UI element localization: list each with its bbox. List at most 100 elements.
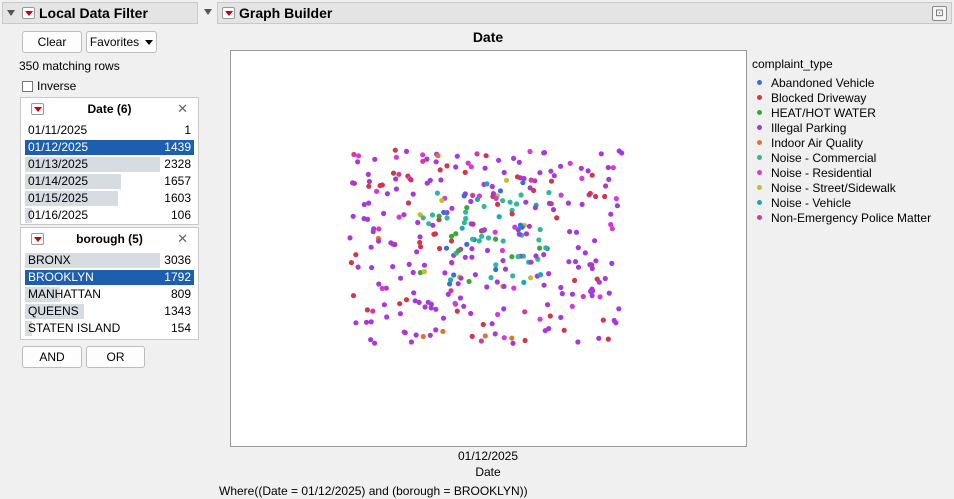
favorites-dropdown[interactable]: Favorites <box>86 31 157 53</box>
legend-item[interactable]: Noise - Commercial <box>757 150 876 165</box>
data-point <box>462 254 468 260</box>
data-point <box>462 169 468 175</box>
data-point <box>578 165 584 171</box>
date-filter-label: 01/12/2025 <box>28 140 89 154</box>
legend-item[interactable]: Abandoned Vehicle <box>757 75 874 90</box>
data-point <box>369 265 375 271</box>
data-point <box>433 327 439 333</box>
data-point <box>350 293 357 299</box>
data-point <box>518 192 524 198</box>
date-filter-label: 01/15/2025 <box>28 191 89 205</box>
data-point <box>417 239 423 246</box>
legend-label: Noise - Vehicle <box>771 195 852 210</box>
data-point <box>509 254 515 260</box>
filter-panel-title: Local Data Filter <box>39 5 148 21</box>
pin-icon[interactable]: ⊡ <box>932 6 947 21</box>
disclosure-triangle-icon[interactable] <box>7 10 15 16</box>
red-triangle-icon <box>24 10 33 16</box>
data-point <box>351 151 357 158</box>
data-point <box>488 275 494 281</box>
date-filter-box: Date (6) ✕ 01/11/2025 1 01/12/2025 1439 01/1… <box>20 97 199 225</box>
graph-menu-button[interactable] <box>222 7 235 19</box>
matching-rows-text: 350 matching rows <box>19 59 120 73</box>
graph-panel-triangle-icon[interactable] <box>204 9 212 15</box>
data-point <box>602 193 608 200</box>
data-point <box>537 170 543 176</box>
data-point <box>512 224 518 230</box>
legend-item[interactable]: Non-Emergency Police Matter <box>757 210 931 225</box>
legend-item[interactable]: Indoor Air Quality <box>757 135 863 150</box>
data-point <box>454 153 460 159</box>
data-point <box>613 196 619 202</box>
date-filter-title: Date (6) <box>87 102 132 116</box>
data-point <box>543 245 549 251</box>
legend-item[interactable]: Illegal Parking <box>757 120 846 135</box>
data-point <box>537 226 543 233</box>
filter-menu-button[interactable] <box>22 7 35 19</box>
legend-item[interactable]: HEAT/HOT WATER <box>757 105 876 120</box>
data-point <box>408 339 414 345</box>
legend-marker-icon <box>757 140 762 145</box>
inverse-checkbox[interactable] <box>22 81 33 92</box>
data-point <box>384 314 390 320</box>
data-point <box>481 227 487 233</box>
date-filter-menu-button[interactable] <box>31 103 44 115</box>
close-icon[interactable]: ✕ <box>177 231 188 247</box>
data-point <box>469 254 475 260</box>
data-point <box>448 288 454 294</box>
date-filter-row[interactable]: 01/15/2025 1603 <box>25 190 194 207</box>
borough-filter-menu-button[interactable] <box>31 233 44 245</box>
data-point <box>402 330 408 336</box>
borough-filter-title: borough (5) <box>76 232 143 246</box>
borough-filter-row[interactable]: BROOKLYN 1792 <box>25 269 194 286</box>
data-point <box>482 333 488 339</box>
data-point <box>517 222 523 228</box>
data-point <box>616 306 622 312</box>
date-filter-row[interactable]: 01/11/2025 1 <box>25 122 194 139</box>
data-point <box>428 305 434 311</box>
legend-item[interactable]: Noise - Vehicle <box>757 195 851 210</box>
data-point <box>454 308 460 314</box>
data-point <box>436 245 443 252</box>
date-filter-row[interactable]: 01/13/2025 2328 <box>25 156 194 173</box>
borough-filter-row[interactable]: MANHATTAN 809 <box>25 286 194 303</box>
data-point <box>403 297 410 303</box>
data-point <box>537 272 544 278</box>
data-point <box>495 311 501 318</box>
close-icon[interactable]: ✕ <box>177 101 188 117</box>
data-point <box>589 172 595 178</box>
legend-label: HEAT/HOT WATER <box>771 105 876 120</box>
data-point <box>381 302 387 308</box>
data-point <box>546 200 552 206</box>
data-point <box>492 331 498 337</box>
data-point <box>469 236 476 242</box>
or-button[interactable]: OR <box>86 346 145 368</box>
date-filter-row[interactable]: 01/16/2025 106 <box>25 207 194 224</box>
legend-item[interactable]: Noise - Street/Sidewalk <box>757 180 896 195</box>
data-point <box>439 197 445 204</box>
data-point <box>537 245 543 251</box>
borough-filter-row[interactable]: STATEN ISLAND 154 <box>25 320 194 337</box>
legend-item[interactable]: Noise - Residential <box>757 165 872 180</box>
data-point <box>451 272 457 278</box>
date-filter-row[interactable]: 01/12/2025 1439 <box>25 139 194 156</box>
date-filter-row[interactable]: 01/14/2025 1657 <box>25 173 194 190</box>
clear-button[interactable]: Clear <box>22 31 82 53</box>
data-point <box>368 337 374 343</box>
and-button-label: AND <box>39 350 65 364</box>
data-point <box>558 163 564 169</box>
data-point <box>393 154 399 160</box>
data-point <box>514 201 520 207</box>
data-point <box>347 235 353 241</box>
and-button[interactable]: AND <box>22 346 82 368</box>
data-point <box>490 191 496 197</box>
inverse-label: Inverse <box>37 79 77 93</box>
legend-item[interactable]: Blocked Driveway <box>757 90 866 105</box>
data-point <box>410 269 416 276</box>
data-point <box>537 316 543 322</box>
data-point <box>434 190 440 196</box>
data-point <box>361 201 367 208</box>
borough-filter-row[interactable]: QUEENS 1343 <box>25 303 194 320</box>
borough-filter-row[interactable]: BRONX 3036 <box>25 252 194 269</box>
data-point <box>348 260 354 266</box>
